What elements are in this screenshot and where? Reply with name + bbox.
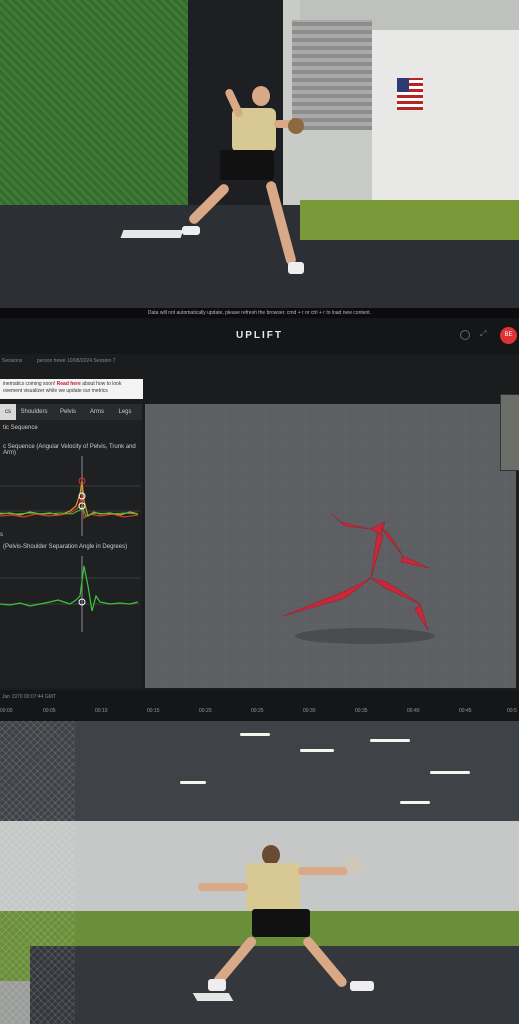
green-turf-floor <box>300 200 519 240</box>
kinematic-sequence-svg <box>0 456 140 536</box>
separation-angle-chart[interactable] <box>0 556 140 632</box>
skeleton-scene <box>145 404 516 688</box>
timeline-tick: 00:35 <box>355 708 368 714</box>
uplift-app: UPLIFT ⤢ BE Sessions person hewe 10/08/2… <box>0 318 519 721</box>
tab-legs[interactable]: Legs <box>112 404 138 420</box>
app-header: UPLIFT ⤢ BE <box>0 318 519 354</box>
bottom-video-frame <box>0 721 519 1024</box>
avatar[interactable]: BE <box>500 327 517 344</box>
skeleton-shadow <box>295 628 435 644</box>
shoe-left <box>182 226 200 235</box>
banner-text-suffix: about how to look <box>80 381 122 387</box>
chart2-title: (Pelvis-Shoulder Separation Angle in Deg… <box>3 544 128 550</box>
timeline-tick: 00:10 <box>95 708 108 714</box>
chart2-marker: s <box>0 532 3 538</box>
breadcrumb: Sessions person hewe 10/08/2024 Session … <box>0 354 519 376</box>
ceiling-light <box>370 739 410 742</box>
expand-icon[interactable]: ⤢ <box>480 330 488 338</box>
pitching-mat <box>192 993 234 1001</box>
turf-wall <box>0 0 188 222</box>
timeline-tick: 00:5 <box>507 708 517 714</box>
player-head <box>252 86 270 106</box>
metrics-panel: cs Shoulders Pelvis Arms Legs tic Sequen… <box>0 404 142 688</box>
section-label: tic Sequence <box>3 425 38 431</box>
timeline-tick: 00:45 <box>459 708 472 714</box>
ceiling-light <box>240 733 270 736</box>
refresh-notice: Data will not automatically update, plea… <box>0 308 519 318</box>
tab-kinematics[interactable]: cs <box>0 404 16 420</box>
kinematic-sequence-chart[interactable] <box>0 456 140 536</box>
player-arm-right <box>298 867 348 875</box>
shoe-right <box>350 981 374 991</box>
timeline-tick: 00:15 <box>147 708 160 714</box>
tab-shoulders[interactable]: Shoulders <box>16 404 52 420</box>
shoe-left <box>208 979 226 991</box>
player-shorts <box>220 150 274 180</box>
breadcrumb-sessions[interactable]: Sessions <box>2 354 22 368</box>
player-leg-right <box>265 180 297 266</box>
timeline-tick: 00:40 <box>407 708 420 714</box>
player-shorts <box>252 909 310 937</box>
glove-icon <box>346 857 364 875</box>
banner-line-1: inematics coming soon! Read here about h… <box>3 381 140 388</box>
player-arm-left <box>224 87 244 119</box>
top-video-frame <box>0 0 519 308</box>
banner-line-2: ovement visualizer while we update our m… <box>3 388 108 394</box>
timeline[interactable]: Jan 1970 00:07:44 GMT 00:00 00:05 00:10 … <box>0 690 519 721</box>
player-leg-left <box>187 182 231 226</box>
timeline-tick: 00:30 <box>303 708 316 714</box>
ceiling-light <box>400 801 430 804</box>
ceiling-light <box>180 781 206 784</box>
read-here-link[interactable]: Read here <box>57 381 81 387</box>
timeline-tick: 00:20 <box>199 708 212 714</box>
us-flag <box>397 78 423 110</box>
tab-arms[interactable]: Arms <box>84 404 110 420</box>
white-wall <box>372 30 519 200</box>
metric-tabs: cs Shoulders Pelvis Arms Legs <box>0 404 142 420</box>
timeline-tick: 00:25 <box>251 708 264 714</box>
timeline-timestamp: Jan 1970 00:07:44 GMT <box>2 694 56 700</box>
player-leg-right <box>301 935 349 989</box>
player-shirt <box>246 863 300 911</box>
shoe-right <box>288 262 304 274</box>
separation-angle-svg <box>0 556 140 632</box>
3d-viewport[interactable] <box>145 404 516 688</box>
batting-net <box>0 721 75 1024</box>
pitcher-figure <box>170 80 330 280</box>
help-icon[interactable] <box>460 330 470 340</box>
banner-text: inematics coming soon! <box>3 381 57 387</box>
chart1-title: c Sequence (Angular Velocity of Pelvis, … <box>3 444 136 456</box>
timeline-tick: 00:00 <box>0 708 13 714</box>
player-arm-left <box>198 883 248 891</box>
ceiling-light <box>300 749 334 752</box>
breadcrumb-session[interactable]: person hewe 10/08/2024 Session 7 <box>37 354 115 368</box>
brand-logo: UPLIFT <box>236 330 283 341</box>
info-banner: inematics coming soon! Read here about h… <box>0 379 143 399</box>
glove-icon <box>288 118 304 134</box>
timeline-tick: 00:05 <box>43 708 56 714</box>
video-thumbnail[interactable] <box>500 394 519 471</box>
player-head <box>262 845 280 865</box>
ceiling-light <box>430 771 470 774</box>
tab-pelvis[interactable]: Pelvis <box>54 404 82 420</box>
